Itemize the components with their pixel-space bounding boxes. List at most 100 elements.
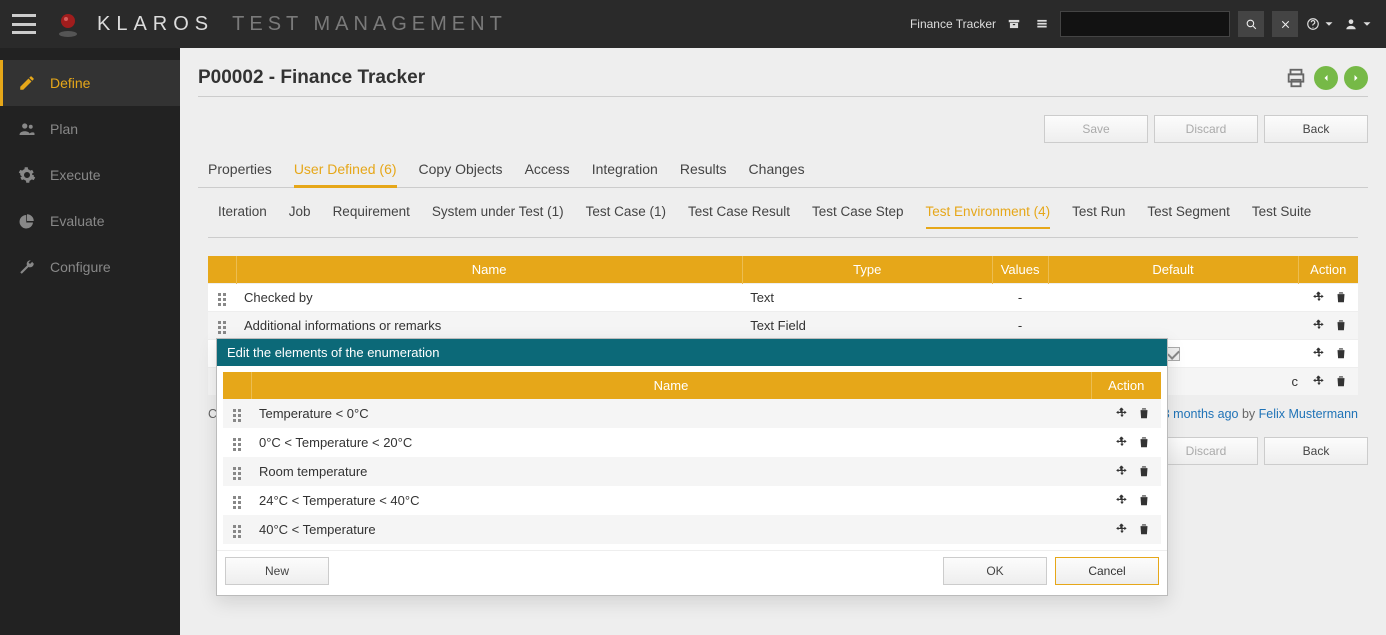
delete-icon[interactable] (1135, 462, 1153, 480)
tab-changes[interactable]: Changes (749, 153, 805, 187)
archive-icon[interactable] (1004, 14, 1024, 34)
help-menu[interactable] (1306, 14, 1336, 34)
sidebar: Define Plan Execute Evaluate Configure (0, 48, 180, 635)
sidebar-item-configure[interactable]: Configure (0, 244, 180, 290)
topbar-right: Finance Tracker (910, 11, 1374, 37)
col-header-values: Values (992, 256, 1048, 284)
move-icon[interactable] (1113, 520, 1131, 538)
drag-handle-icon[interactable] (223, 463, 251, 485)
sidebar-item-label: Define (50, 75, 90, 91)
subtab-tc-step[interactable]: Test Case Step (812, 198, 904, 229)
move-icon[interactable] (1310, 316, 1328, 334)
drag-handle-icon[interactable] (223, 521, 251, 543)
sidebar-item-evaluate[interactable]: Evaluate (0, 198, 180, 244)
enum-value: 24°C < Temperature < 40°C (251, 486, 1091, 515)
list-item: Temperature < 0°C (223, 399, 1161, 428)
pencil-square-icon (18, 74, 36, 92)
subtab-sut[interactable]: System under Test (1) (432, 198, 564, 229)
pie-chart-icon (18, 212, 36, 230)
enumeration-dialog: Edit the elements of the enumeration Nam… (216, 338, 1168, 596)
sidebar-item-define[interactable]: Define (0, 60, 180, 106)
col-header-action: Action (1298, 256, 1358, 284)
cell-default (1048, 312, 1298, 340)
save-button[interactable]: Save (1044, 115, 1148, 143)
tab-copy-objects[interactable]: Copy Objects (419, 153, 503, 187)
active-project-label: Finance Tracker (910, 17, 996, 31)
list-item: 0°C < Temperature < 20°C (223, 428, 1161, 457)
search-button[interactable] (1238, 11, 1264, 37)
cell-name: Checked by (236, 284, 742, 312)
move-icon[interactable] (1310, 288, 1328, 306)
delete-icon[interactable] (1332, 288, 1350, 306)
subtab-tc-result[interactable]: Test Case Result (688, 198, 790, 229)
delete-icon[interactable] (1332, 316, 1350, 334)
subtab-test-segment[interactable]: Test Segment (1147, 198, 1230, 229)
meta-modified-user[interactable]: Felix Mustermann (1259, 407, 1358, 421)
drag-handle-icon[interactable] (223, 434, 251, 456)
back-button[interactable]: Back (1264, 437, 1368, 465)
print-icon[interactable] (1284, 66, 1308, 90)
list-icon[interactable] (1032, 14, 1052, 34)
new-button[interactable]: New (225, 557, 329, 585)
nav-prev-button[interactable] (1314, 66, 1338, 90)
delete-icon[interactable] (1135, 404, 1153, 422)
move-icon[interactable] (1113, 433, 1131, 451)
sidebar-item-execute[interactable]: Execute (0, 152, 180, 198)
sidebar-item-label: Execute (50, 167, 101, 183)
subtab-job[interactable]: Job (289, 198, 311, 229)
delete-icon[interactable] (1332, 344, 1350, 362)
drag-handle-icon[interactable] (223, 492, 251, 514)
clear-search-button[interactable] (1272, 11, 1298, 37)
delete-icon[interactable] (1135, 520, 1153, 538)
move-icon[interactable] (1113, 491, 1131, 509)
subtab-test-run[interactable]: Test Run (1072, 198, 1125, 229)
delete-icon[interactable] (1135, 491, 1153, 509)
meta-modified-when[interactable]: 3 months ago (1163, 407, 1239, 421)
subtab-test-environment[interactable]: Test Environment (4) (926, 198, 1051, 229)
move-icon[interactable] (1310, 372, 1328, 390)
tab-access[interactable]: Access (525, 153, 570, 187)
nav-next-button[interactable] (1344, 66, 1368, 90)
discard-button[interactable]: Discard (1154, 437, 1258, 465)
subtab-iteration[interactable]: Iteration (218, 198, 267, 229)
list-item: 40°C < Temperature (223, 515, 1161, 544)
delete-icon[interactable] (1135, 433, 1153, 451)
cancel-button[interactable]: Cancel (1055, 557, 1159, 585)
cell-type: Text Field (742, 312, 992, 340)
drag-handle-icon[interactable] (208, 289, 236, 311)
enum-value: 40°C < Temperature (251, 515, 1091, 544)
subtab-requirement[interactable]: Requirement (333, 198, 410, 229)
ok-button[interactable]: OK (943, 557, 1047, 585)
back-button[interactable]: Back (1264, 115, 1368, 143)
form-actions-top: Save Discard Back (198, 115, 1368, 143)
wrench-icon (18, 258, 36, 276)
col-header-action: Action (1091, 372, 1161, 399)
topbar: KLAROS TEST MANAGEMENT Finance Tracker (0, 0, 1386, 48)
move-icon[interactable] (1113, 462, 1131, 480)
list-item: 24°C < Temperature < 40°C (223, 486, 1161, 515)
delete-icon[interactable] (1332, 372, 1350, 390)
sidebar-item-label: Evaluate (50, 213, 104, 229)
search-input[interactable] (1060, 11, 1230, 37)
tab-properties[interactable]: Properties (208, 153, 272, 187)
move-icon[interactable] (1113, 404, 1131, 422)
page-title: P00002 - Finance Tracker (198, 67, 425, 89)
tab-results[interactable]: Results (680, 153, 727, 187)
subtab-test-suite[interactable]: Test Suite (1252, 198, 1311, 229)
tab-user-defined[interactable]: User Defined (6) (294, 153, 397, 188)
cell-default (1048, 284, 1298, 312)
sidebar-item-plan[interactable]: Plan (0, 106, 180, 152)
checkbox-checked-icon[interactable] (1166, 347, 1180, 361)
discard-button[interactable]: Discard (1154, 115, 1258, 143)
table-row: Checked by Text - (208, 284, 1358, 312)
col-header-name: Name (236, 256, 742, 284)
meta-by-label: by (1242, 407, 1259, 421)
drag-handle-icon[interactable] (208, 317, 236, 339)
subtab-testcase[interactable]: Test Case (1) (586, 198, 666, 229)
col-header-type: Type (742, 256, 992, 284)
user-menu[interactable] (1344, 14, 1374, 34)
drag-handle-icon[interactable] (223, 405, 251, 427)
menu-toggle-icon[interactable] (12, 14, 36, 34)
move-icon[interactable] (1310, 344, 1328, 362)
tab-integration[interactable]: Integration (592, 153, 658, 187)
